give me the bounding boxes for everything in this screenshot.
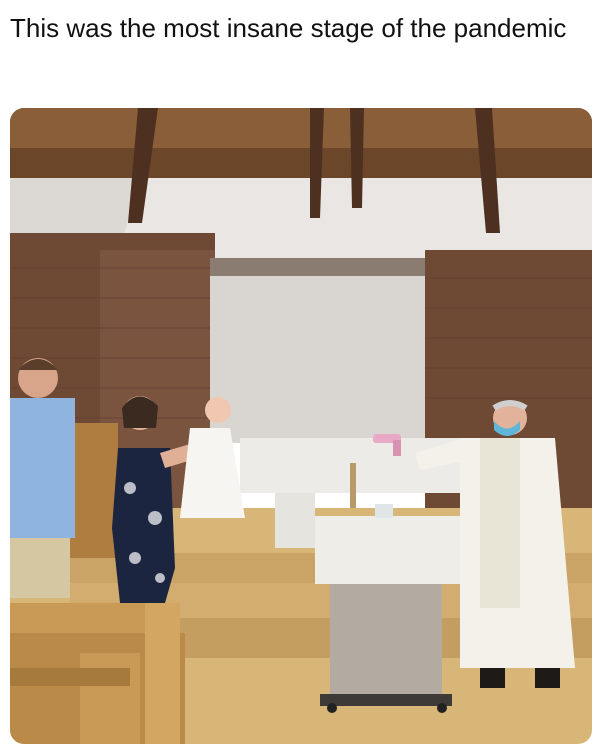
post-caption: This was the most insane stage of the pa… [10,13,567,43]
wooden-pews [10,603,185,744]
post-photo [10,108,592,744]
altar-backdrop [210,258,425,443]
wood-ceiling [10,108,592,178]
baptismal-font [315,504,460,713]
cross [350,463,356,508]
